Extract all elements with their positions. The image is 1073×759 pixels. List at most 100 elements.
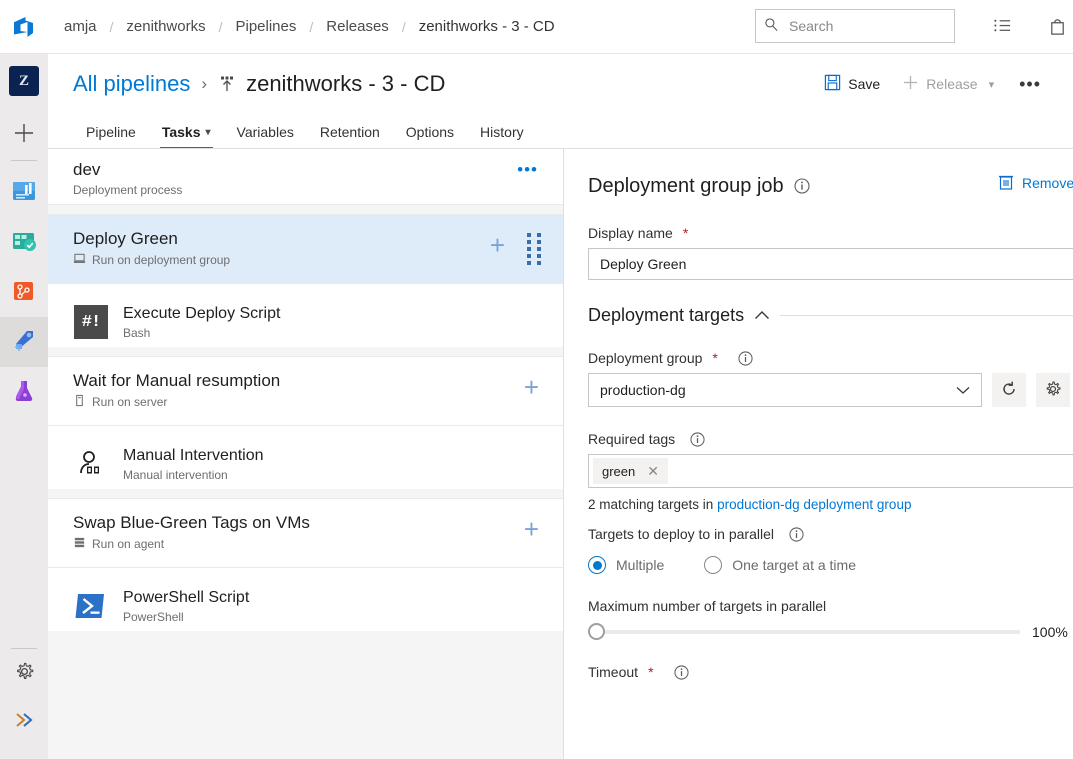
phase-subtitle: Run on server — [92, 395, 168, 409]
slider-thumb[interactable] — [588, 623, 605, 640]
expand-rail-button[interactable] — [0, 697, 48, 745]
release-pipeline-icon — [217, 74, 237, 94]
phase-row-swap-blue-green-tags[interactable]: Swap Blue-Green Tags on VMs Run on agent… — [48, 499, 563, 567]
timeout-label: Timeout * — [588, 664, 1073, 680]
refresh-button[interactable] — [992, 373, 1026, 407]
tab-tasks[interactable]: Tasks ▾ — [149, 124, 224, 149]
details-title: Deployment group job — [588, 174, 784, 197]
add-task-button[interactable]: + — [490, 232, 505, 258]
breadcrumb-item-org[interactable]: amja — [60, 18, 101, 35]
search-input[interactable] — [787, 17, 946, 35]
refresh-icon — [1000, 380, 1018, 401]
info-icon[interactable] — [738, 350, 753, 366]
task-name: Manual Intervention — [123, 447, 264, 464]
phase-group: Swap Blue-Green Tags on VMs Run on agent… — [48, 498, 563, 631]
sidebar-item-overview[interactable] — [0, 167, 48, 217]
tab-retention-label: Retention — [319, 124, 380, 140]
page-header: All pipelines › zenithworks - 3 - CD Sav — [48, 54, 1073, 149]
breadcrumb: amja / zenithworks / Pipelines / Release… — [60, 18, 559, 35]
boards-icon — [10, 227, 38, 258]
sidebar-item-pipelines[interactable] — [0, 317, 48, 367]
chevron-up-icon[interactable] — [754, 308, 770, 324]
info-icon[interactable] — [789, 526, 804, 542]
deployment-group-dropdown[interactable]: production-dg — [588, 373, 982, 407]
left-nav-rail: Z — [0, 54, 48, 759]
tab-variables[interactable]: Variables — [224, 124, 307, 149]
breadcrumb-item-pipelines[interactable]: Pipelines — [232, 18, 301, 35]
task-row[interactable]: Manual Intervention Manual intervention — [48, 425, 563, 489]
add-task-button[interactable]: + — [524, 374, 539, 400]
tab-pipeline[interactable]: Pipeline — [73, 124, 149, 149]
search-icon — [764, 17, 779, 35]
radio-one-target-label: One target at a time — [732, 557, 856, 573]
tab-history[interactable]: History — [467, 124, 537, 149]
radio-one-target-at-a-time[interactable]: One target at a time — [704, 556, 856, 574]
tab-options[interactable]: Options — [393, 124, 467, 149]
work-items-icon[interactable] — [985, 9, 1019, 43]
azure-devops-logo[interactable] — [0, 0, 48, 54]
drag-handle[interactable] — [527, 233, 541, 265]
remove-label: Remove — [1022, 175, 1073, 191]
process-title: dev — [73, 160, 101, 179]
plus-icon — [902, 74, 919, 94]
job-details-panel: Deployment group job Remove Display name… — [564, 149, 1073, 759]
info-icon[interactable] — [673, 664, 689, 680]
deployment-targets-section-header[interactable]: Deployment targets — [588, 305, 1073, 326]
details-header: Deployment group job Remove — [588, 171, 1073, 201]
all-pipelines-link[interactable]: All pipelines — [73, 71, 190, 97]
display-name-input[interactable]: Deploy Green — [588, 248, 1073, 280]
max-parallel-slider[interactable] — [588, 623, 1020, 640]
task-name: Execute Deploy Script — [123, 305, 281, 322]
info-icon[interactable] — [690, 431, 705, 447]
header-actions: Save Release ▾ ••• — [815, 68, 1053, 100]
required-asterisk: * — [648, 664, 654, 680]
tag-chip-green[interactable]: green ✕ — [593, 458, 668, 484]
deployment-group-icon — [73, 252, 86, 268]
parallel-label-text: Targets to deploy to in parallel — [588, 526, 774, 542]
shopping-bag-icon[interactable] — [1040, 9, 1073, 43]
phase-row-deploy-green[interactable]: Deploy Green Run on deployment group + — [48, 215, 563, 283]
sidebar-item-repos[interactable] — [0, 267, 48, 317]
sidebar-item-boards[interactable] — [0, 217, 48, 267]
project-avatar[interactable]: Z — [9, 66, 39, 96]
gear-icon — [1044, 380, 1062, 401]
task-text: Execute Deploy Script Bash — [123, 304, 280, 340]
task-row[interactable]: PowerShell Script PowerShell — [48, 567, 563, 631]
task-row[interactable]: #! Execute Deploy Script Bash — [48, 283, 563, 347]
more-actions-button[interactable]: ••• — [1007, 74, 1053, 94]
page-title: zenithworks - 3 - CD — [246, 71, 446, 96]
tab-retention[interactable]: Retention — [307, 124, 393, 149]
process-more-button[interactable]: ••• — [517, 161, 538, 178]
project-settings-button[interactable] — [0, 649, 48, 697]
overview-icon — [10, 177, 38, 208]
phase-row-wait-for-manual-resumption[interactable]: Wait for Manual resumption Run on server… — [48, 357, 563, 425]
deployment-group-link[interactable]: production-dg deployment group — [717, 497, 911, 512]
task-text: PowerShell Script PowerShell — [123, 588, 249, 624]
deployment-group-value: production-dg — [600, 382, 686, 398]
manage-settings-button[interactable] — [1036, 373, 1070, 407]
breadcrumb-item-project[interactable]: zenithworks — [122, 18, 209, 35]
breadcrumb-item-releases[interactable]: Releases — [322, 18, 393, 35]
info-icon[interactable] — [794, 178, 810, 194]
max-parallel-label-text: Maximum number of targets in parallel — [588, 598, 827, 614]
save-button[interactable]: Save — [815, 68, 889, 100]
breadcrumb-separator: / — [218, 18, 223, 35]
section-title: Deployment targets — [588, 305, 745, 325]
bash-icon: #! — [73, 304, 109, 340]
task-text: Manual Intervention Manual intervention — [123, 446, 264, 482]
create-new-button[interactable] — [0, 110, 48, 156]
process-subtitle: Deployment process — [73, 183, 183, 197]
required-tags-label-text: Required tags — [588, 431, 676, 447]
remove-button[interactable]: Remove — [998, 173, 1073, 193]
add-task-button[interactable]: + — [524, 516, 539, 542]
close-icon[interactable]: ✕ — [647, 463, 659, 480]
radio-multiple[interactable]: Multiple — [588, 556, 664, 574]
breadcrumb-separator: / — [401, 18, 406, 35]
search-box[interactable] — [755, 9, 955, 43]
release-button[interactable]: Release ▾ — [893, 68, 1003, 100]
phase-name: Swap Blue-Green Tags on VMs — [73, 513, 310, 532]
max-parallel-value: 100% — [1032, 624, 1068, 640]
required-tags-input[interactable]: green ✕ — [588, 454, 1073, 488]
sidebar-item-test-plans[interactable] — [0, 367, 48, 417]
deployment-group-label: Deployment group * — [588, 350, 1073, 366]
